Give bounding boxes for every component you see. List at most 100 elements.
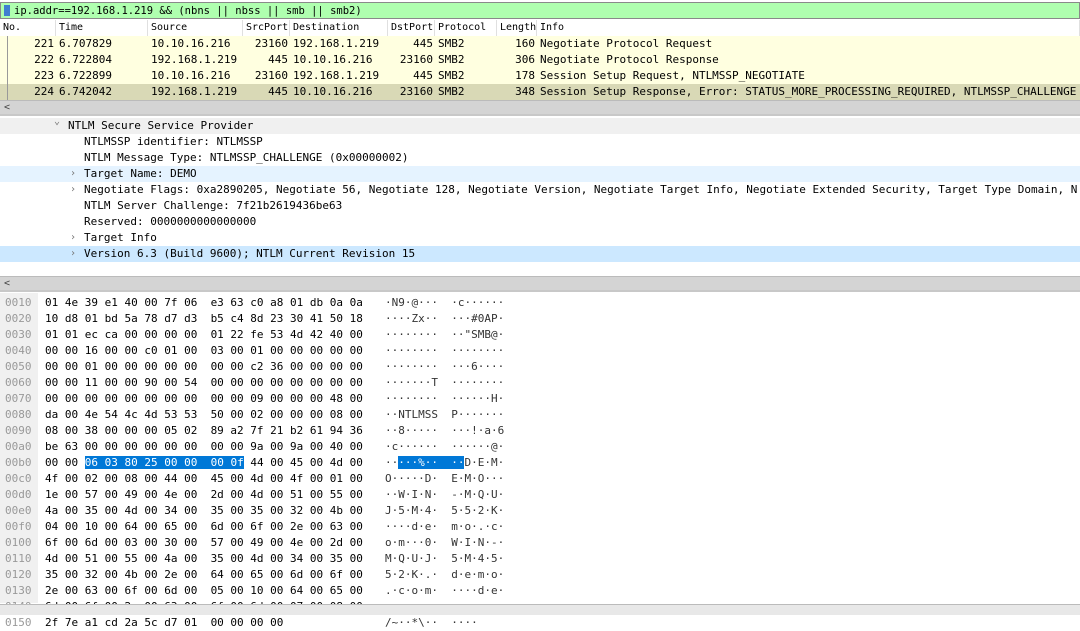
column-header-srcport[interactable]: SrcPort	[243, 20, 290, 36]
ascii-text[interactable]: o·m···0· W·I·N·-·	[385, 535, 504, 551]
ascii-text[interactable]: ·····%·· ··D·E·M·	[385, 455, 504, 471]
column-header-dstport[interactable]: DstPort	[388, 20, 435, 36]
hex-bytes[interactable]: 01 4e 39 e1 40 00 7f 06 e3 63 c0 a8 01 d…	[45, 295, 363, 311]
hex-offset: 0010	[5, 296, 32, 309]
hex-bytes[interactable]: 35 00 32 00 4b 00 2e 00 64 00 65 00 6d 0…	[45, 567, 363, 583]
ascii-text[interactable]: /~··*\·· ····	[385, 615, 478, 631]
ascii-chars: ··NTLMSS P·······	[385, 408, 505, 421]
scroll-left-icon[interactable]: <	[4, 102, 10, 113]
detail-item[interactable]: NTLM Message Type: NTLMSSP_CHALLENGE (0x…	[0, 150, 1080, 166]
pane-splitter[interactable]	[0, 114, 1080, 116]
ascii-text[interactable]: ········ ···6····	[385, 359, 504, 375]
detail-item[interactable]: › Version 6.3 (Build 9600); NTLM Current …	[0, 246, 1080, 262]
hex-bytes[interactable]: 00 00 06 03 80 25 00 00 00 0f 44 00 45 0…	[45, 455, 363, 471]
bottom-scrollbar[interactable]	[0, 604, 1080, 615]
ascii-text[interactable]: ·······T ········	[385, 375, 504, 391]
ascii-text[interactable]: ··W·I·N· -·M·Q·U·	[385, 487, 504, 503]
hex-offset: 0110	[5, 552, 32, 565]
cell-destination: 10.10.16.216	[293, 53, 373, 66]
ascii-chars: D·E·M·	[464, 456, 505, 469]
chevron-down-icon[interactable]: ⌄	[54, 114, 60, 130]
detail-item[interactable]: › Target Info	[0, 230, 1080, 246]
column-header-length[interactable]: Length	[497, 20, 537, 36]
hex-offset: 00a0	[5, 440, 32, 453]
selected-ascii: ···%·· ··	[398, 456, 465, 469]
hex-row: 0080 da 00 4e 54 4c 4d 53 53 50 00 02 00 …	[0, 407, 1080, 423]
hex-text: 4a 00 35 00 4d 00 34 00 35 00 35 00 32 0…	[45, 504, 363, 517]
hex-bytes[interactable]: 08 00 38 00 00 00 05 02 89 a2 7f 21 b2 6…	[45, 423, 363, 439]
hex-row: 00d0 1e 00 57 00 49 00 4e 00 2d 00 4d 00 …	[0, 487, 1080, 503]
display-filter-bar[interactable]: ip.addr==192.168.1.219 && (nbns || nbss …	[0, 2, 1080, 19]
ascii-text[interactable]: ·c······ ······@·	[385, 439, 504, 455]
column-header-protocol[interactable]: Protocol	[435, 20, 497, 36]
chevron-right-icon[interactable]: ›	[70, 230, 76, 246]
column-header-time[interactable]: Time	[56, 20, 148, 36]
hex-row: 0090 08 00 38 00 00 00 05 02 89 a2 7f 21 …	[0, 423, 1080, 439]
cell-protocol: SMB2	[438, 85, 465, 98]
detail-item[interactable]: NTLMSSP identifier: NTLMSSP	[0, 134, 1080, 150]
ascii-text[interactable]: ········ ········	[385, 343, 504, 359]
ascii-text[interactable]: M·Q·U·J· 5·M·4·5·	[385, 551, 504, 567]
hex-bytes[interactable]: 1e 00 57 00 49 00 4e 00 2d 00 4d 00 51 0…	[45, 487, 363, 503]
hex-offset: 0150	[5, 616, 32, 629]
hex-bytes[interactable]: 4d 00 51 00 55 00 4a 00 35 00 4d 00 34 0…	[45, 551, 363, 567]
ascii-chars: ········ ··"SMB@·	[385, 328, 505, 341]
packet-row[interactable]: 224 6.742042 192.168.1.219 445 10.10.16.216 2…	[0, 84, 1080, 100]
ascii-chars: o·m···0· W·I·N·-·	[385, 536, 505, 549]
ascii-chars: .·c·o·m· ····d·e·	[385, 584, 505, 597]
packet-row[interactable]: 222 6.722804 192.168.1.219 445 10.10.16.216 2…	[0, 52, 1080, 68]
chevron-right-icon[interactable]: ›	[70, 246, 76, 262]
detail-item[interactable]: ⌄ NTLM Secure Service Provider	[0, 116, 1080, 134]
detail-item[interactable]: › Target Name: DEMO	[0, 166, 1080, 182]
pane-splitter[interactable]	[0, 290, 1080, 292]
hex-bytes[interactable]: 2f 7e a1 cd 2a 5c d7 01 00 00 00 00	[45, 615, 283, 631]
ascii-text[interactable]: ··8····· ···!·a·6	[385, 423, 504, 439]
ascii-text[interactable]: ····d·e· m·o·.·c·	[385, 519, 504, 535]
hex-offset: 0070	[5, 392, 32, 405]
ascii-text[interactable]: 5·2·K·.· d·e·m·o·	[385, 567, 504, 583]
hex-row: 0060 00 00 11 00 00 90 00 54 00 00 00 00 …	[0, 375, 1080, 391]
ascii-text[interactable]: ··NTLMSS P·······	[385, 407, 504, 423]
ascii-text[interactable]: ········ ··"SMB@·	[385, 327, 504, 343]
hex-bytes[interactable]: 10 d8 01 bd 5a 78 d7 d3 b5 c4 8d 23 30 4…	[45, 311, 363, 327]
column-header-destination[interactable]: Destination	[290, 20, 388, 36]
hex-bytes[interactable]: da 00 4e 54 4c 4d 53 53 50 00 02 00 00 0…	[45, 407, 363, 423]
display-filter-input[interactable]: ip.addr==192.168.1.219 && (nbns || nbss …	[14, 5, 362, 17]
hex-offset: 0120	[5, 568, 32, 581]
packet-row[interactable]: 221 6.707829 10.10.16.216 23160 192.168.1.21…	[0, 36, 1080, 52]
ascii-text[interactable]: J·5·M·4· 5·5·2·K·	[385, 503, 504, 519]
ascii-text[interactable]: .·c·o·m· ····d·e·	[385, 583, 504, 599]
ascii-text[interactable]: ·N9·@··· ·c······	[385, 295, 504, 311]
column-header-no[interactable]: No.	[0, 20, 56, 36]
hex-bytes[interactable]: 00 00 16 00 00 c0 01 00 03 00 01 00 00 0…	[45, 343, 363, 359]
ascii-text[interactable]: ····Zx·· ···#0AP·	[385, 311, 504, 327]
scroll-left-icon[interactable]: <	[4, 278, 10, 289]
hex-text: 00 00 01 00 00 00 00 00 00 00 c2 36 00 0…	[45, 360, 363, 373]
hex-bytes[interactable]: 01 01 ec ca 00 00 00 00 01 22 fe 53 4d 4…	[45, 327, 363, 343]
ascii-text[interactable]: O·····D· E·M·O···	[385, 471, 504, 487]
column-header-info[interactable]: Info	[537, 20, 1080, 36]
packet-list-hscrollbar[interactable]: <	[0, 100, 1080, 114]
column-header-source[interactable]: Source	[148, 20, 243, 36]
detail-item[interactable]: NTLM Server Challenge: 7f21b2619436be63	[0, 198, 1080, 214]
chevron-right-icon[interactable]: ›	[70, 182, 76, 198]
hex-offset: 0060	[5, 376, 32, 389]
cell-source: 192.168.1.219	[151, 53, 238, 66]
ascii-text[interactable]: ········ ······H·	[385, 391, 504, 407]
detail-item[interactable]: Reserved: 0000000000000000	[0, 214, 1080, 230]
bookmark-icon[interactable]	[4, 5, 10, 16]
details-hscrollbar[interactable]: <	[0, 276, 1080, 290]
hex-bytes[interactable]: 00 00 11 00 00 90 00 54 00 00 00 00 00 0…	[45, 375, 363, 391]
hex-bytes[interactable]: be 63 00 00 00 00 00 00 00 00 9a 00 9a 0…	[45, 439, 363, 455]
hex-text: 08 00 38 00 00 00 05 02 89 a2 7f 21 b2 6…	[45, 424, 363, 437]
hex-bytes[interactable]: 6f 00 6d 00 03 00 30 00 57 00 49 00 4e 0…	[45, 535, 363, 551]
detail-item[interactable]: › Negotiate Flags: 0xa2890205, Negotiate …	[0, 182, 1080, 198]
hex-bytes[interactable]: 4a 00 35 00 4d 00 34 00 35 00 35 00 32 0…	[45, 503, 363, 519]
hex-bytes[interactable]: 00 00 00 00 00 00 00 00 00 00 09 00 00 0…	[45, 391, 363, 407]
chevron-right-icon[interactable]: ›	[70, 166, 76, 182]
hex-bytes[interactable]: 4f 00 02 00 08 00 44 00 45 00 4d 00 4f 0…	[45, 471, 363, 487]
hex-bytes[interactable]: 04 00 10 00 64 00 65 00 6d 00 6f 00 2e 0…	[45, 519, 363, 535]
packet-row[interactable]: 223 6.722899 10.10.16.216 23160 192.168.1.21…	[0, 68, 1080, 84]
hex-bytes[interactable]: 2e 00 63 00 6f 00 6d 00 05 00 10 00 64 0…	[45, 583, 363, 599]
hex-bytes[interactable]: 00 00 01 00 00 00 00 00 00 00 c2 36 00 0…	[45, 359, 363, 375]
